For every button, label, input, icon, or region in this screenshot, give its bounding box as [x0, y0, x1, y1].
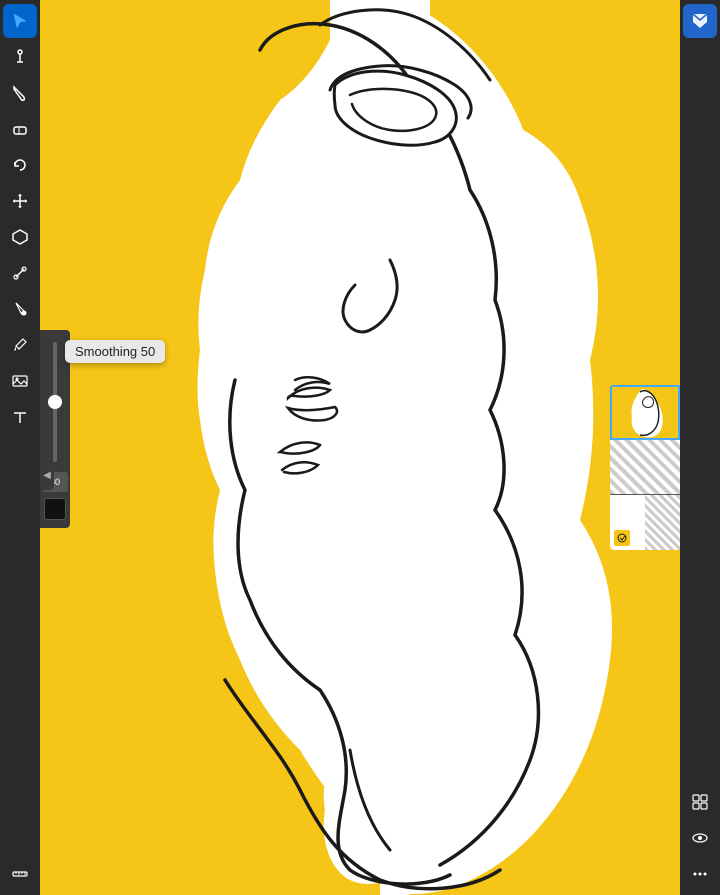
- right-tool-eye[interactable]: [683, 821, 717, 855]
- tool-select[interactable]: [3, 4, 37, 38]
- tool-ruler[interactable]: [3, 857, 37, 891]
- brush-slider[interactable]: [53, 342, 57, 462]
- layer-thumbnail-2: [610, 440, 680, 494]
- tool-move[interactable]: [3, 184, 37, 218]
- tool-magic[interactable]: [3, 256, 37, 290]
- smoothing-tooltip: Smoothing 50: [65, 340, 165, 363]
- layers-panel: [610, 385, 680, 550]
- left-toolbar: [0, 0, 40, 895]
- tool-text[interactable]: [3, 400, 37, 434]
- tool-image[interactable]: [3, 364, 37, 398]
- right-toolbar: [680, 0, 720, 895]
- tool-brush[interactable]: [3, 76, 37, 110]
- tool-eyedropper[interactable]: [3, 328, 37, 362]
- right-tool-grid[interactable]: [683, 785, 717, 819]
- canvas-drawing: [40, 0, 680, 895]
- right-tool-more[interactable]: [683, 857, 717, 891]
- layer-item-3[interactable]: [610, 495, 680, 550]
- layer-item-1[interactable]: [610, 385, 680, 440]
- brush-color-swatch[interactable]: [44, 498, 66, 520]
- collapse-panel-arrow[interactable]: ◀: [40, 460, 54, 490]
- tool-undo[interactable]: [3, 148, 37, 182]
- layer-thumbnail-1: [612, 387, 678, 438]
- tool-pen[interactable]: [3, 40, 37, 74]
- tool-eraser[interactable]: [3, 112, 37, 146]
- layer-item-2[interactable]: [610, 440, 680, 495]
- app-logo: [683, 4, 717, 38]
- tool-shape[interactable]: [3, 220, 37, 254]
- tool-fill[interactable]: [3, 292, 37, 326]
- brush-slider-thumb[interactable]: [48, 395, 62, 409]
